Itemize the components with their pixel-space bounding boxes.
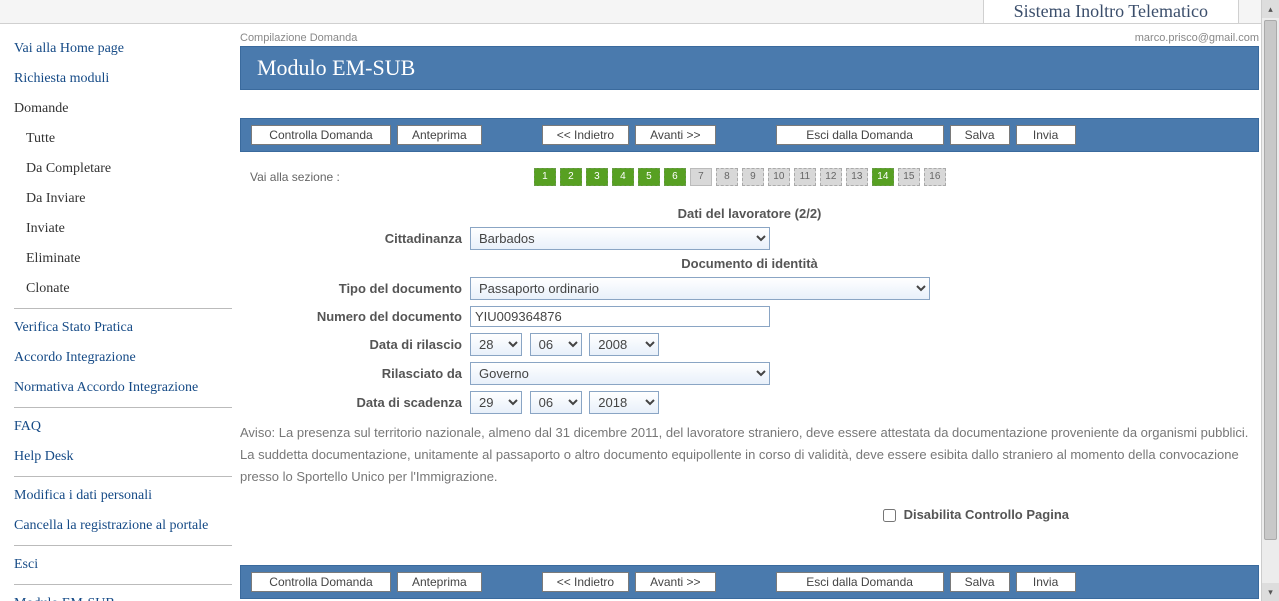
data-rilascio-year[interactable]: 2008	[589, 333, 659, 356]
invia-button-bottom[interactable]: Invia	[1016, 572, 1076, 592]
step-2[interactable]: 2	[560, 168, 582, 186]
nav-cancella-registrazione[interactable]: Cancella la registrazione al portale	[14, 511, 232, 541]
step-12[interactable]: 12	[820, 168, 842, 186]
avanti-button-bottom[interactable]: Avanti >>	[635, 572, 715, 592]
step-11[interactable]: 11	[794, 168, 816, 186]
form-heading-worker: Dati del lavoratore (2/2)	[240, 206, 1259, 221]
vertical-scrollbar[interactable]: ▴ ▾	[1261, 0, 1279, 601]
step-14[interactable]: 14	[872, 168, 894, 186]
scroll-up-icon[interactable]: ▴	[1262, 0, 1279, 18]
nav-domande-da-completare[interactable]: Da Completare	[14, 154, 232, 184]
nav-domande[interactable]: Domande	[14, 94, 232, 124]
nav-domande-eliminate[interactable]: Eliminate	[14, 244, 232, 274]
controlla-domanda-button-bottom[interactable]: Controlla Domanda	[251, 572, 391, 592]
notice-text: Aviso: La presenza sul territorio nazion…	[240, 422, 1259, 488]
numero-documento-input[interactable]	[470, 306, 770, 327]
disabilita-controllo-checkbox[interactable]	[883, 509, 896, 522]
rilasciato-da-select[interactable]: Governo	[470, 362, 770, 385]
system-title: Sistema Inoltro Telematico	[983, 0, 1239, 24]
data-scadenza-day[interactable]: 29	[470, 391, 522, 414]
step-8[interactable]: 8	[716, 168, 738, 186]
disabilita-controllo-label[interactable]: Disabilita Controllo Pagina	[879, 507, 1069, 522]
user-email: marco.prisco@gmail.com	[1135, 32, 1259, 44]
step-1[interactable]: 1	[534, 168, 556, 186]
tipo-documento-select[interactable]: Passaporto ordinario	[470, 277, 930, 300]
nav-helpdesk[interactable]: Help Desk	[14, 442, 232, 472]
nav-domande-inviate[interactable]: Inviate	[14, 214, 232, 244]
scroll-down-icon[interactable]: ▾	[1262, 583, 1279, 601]
nav-domande-clonate[interactable]: Clonate	[14, 274, 232, 304]
data-rilascio-month[interactable]: 06	[530, 333, 582, 356]
sidebar: Vai alla Home page Richiesta moduli Doma…	[0, 24, 240, 601]
step-10[interactable]: 10	[768, 168, 790, 186]
invia-button[interactable]: Invia	[1016, 125, 1076, 145]
tipo-documento-label: Tipo del documento	[240, 281, 470, 296]
nav-accordo-integrazione[interactable]: Accordo Integrazione	[14, 343, 232, 373]
nav-esci[interactable]: Esci	[14, 550, 232, 580]
nav-verifica-stato[interactable]: Verifica Stato Pratica	[14, 313, 232, 343]
step-9[interactable]: 9	[742, 168, 764, 186]
salva-button-bottom[interactable]: Salva	[950, 572, 1010, 592]
step-4[interactable]: 4	[612, 168, 634, 186]
data-scadenza-label: Data di scadenza	[240, 395, 470, 410]
page-title: Modulo EM-SUB	[240, 46, 1259, 90]
esci-domanda-button-bottom[interactable]: Esci dalla Domanda	[776, 572, 944, 592]
salva-button[interactable]: Salva	[950, 125, 1010, 145]
data-rilascio-day[interactable]: 28	[470, 333, 522, 356]
step-13[interactable]: 13	[846, 168, 868, 186]
step-16[interactable]: 16	[924, 168, 946, 186]
rilasciato-da-label: Rilasciato da	[240, 366, 470, 381]
step-3[interactable]: 3	[586, 168, 608, 186]
action-bar-top: Controlla Domanda Anteprima << Indietro …	[240, 118, 1259, 152]
nav-normativa-accordo[interactable]: Normativa Accordo Integrazione	[14, 373, 232, 403]
nav-domande-tutte[interactable]: Tutte	[14, 124, 232, 154]
controlla-domanda-button[interactable]: Controlla Domanda	[251, 125, 391, 145]
avanti-button[interactable]: Avanti >>	[635, 125, 715, 145]
action-bar-bottom: Controlla Domanda Anteprima << Indietro …	[240, 565, 1259, 599]
section-nav-label: Vai alla sezione :	[250, 170, 340, 184]
data-rilascio-label: Data di rilascio	[240, 337, 470, 352]
step-15[interactable]: 15	[898, 168, 920, 186]
data-scadenza-year[interactable]: 2018	[589, 391, 659, 414]
form-heading-document: Documento di identità	[240, 256, 1259, 271]
main-content: Compilazione Domanda marco.prisco@gmail.…	[240, 24, 1279, 601]
scroll-thumb[interactable]	[1264, 20, 1277, 540]
anteprima-button[interactable]: Anteprima	[397, 125, 482, 145]
indietro-button-bottom[interactable]: << Indietro	[542, 572, 629, 592]
cittadinanza-select[interactable]: Barbados	[470, 227, 770, 250]
data-scadenza-month[interactable]: 06	[530, 391, 582, 414]
step-7-current[interactable]: 7	[690, 168, 712, 186]
indietro-button[interactable]: << Indietro	[542, 125, 629, 145]
numero-documento-label: Numero del documento	[240, 309, 470, 324]
cittadinanza-label: Cittadinanza	[240, 231, 470, 246]
esci-domanda-button[interactable]: Esci dalla Domanda	[776, 125, 944, 145]
anteprima-button-bottom[interactable]: Anteprima	[397, 572, 482, 592]
breadcrumb: Compilazione Domanda	[240, 32, 357, 44]
nav-home[interactable]: Vai alla Home page	[14, 34, 232, 64]
disabilita-controllo-text: Disabilita Controllo Pagina	[904, 507, 1069, 522]
step-6[interactable]: 6	[664, 168, 686, 186]
nav-richiesta-moduli[interactable]: Richiesta moduli	[14, 64, 232, 94]
nav-domande-da-inviare[interactable]: Da Inviare	[14, 184, 232, 214]
nav-modifica-dati[interactable]: Modifica i dati personali	[14, 481, 232, 511]
nav-modulo-emsub[interactable]: Modulo EM-SUB	[14, 589, 232, 601]
nav-faq[interactable]: FAQ	[14, 412, 232, 442]
section-stepper: Vai alla sezione : 1 2 3 4 5 6 7 8 9 10 …	[240, 168, 1259, 186]
step-5[interactable]: 5	[638, 168, 660, 186]
